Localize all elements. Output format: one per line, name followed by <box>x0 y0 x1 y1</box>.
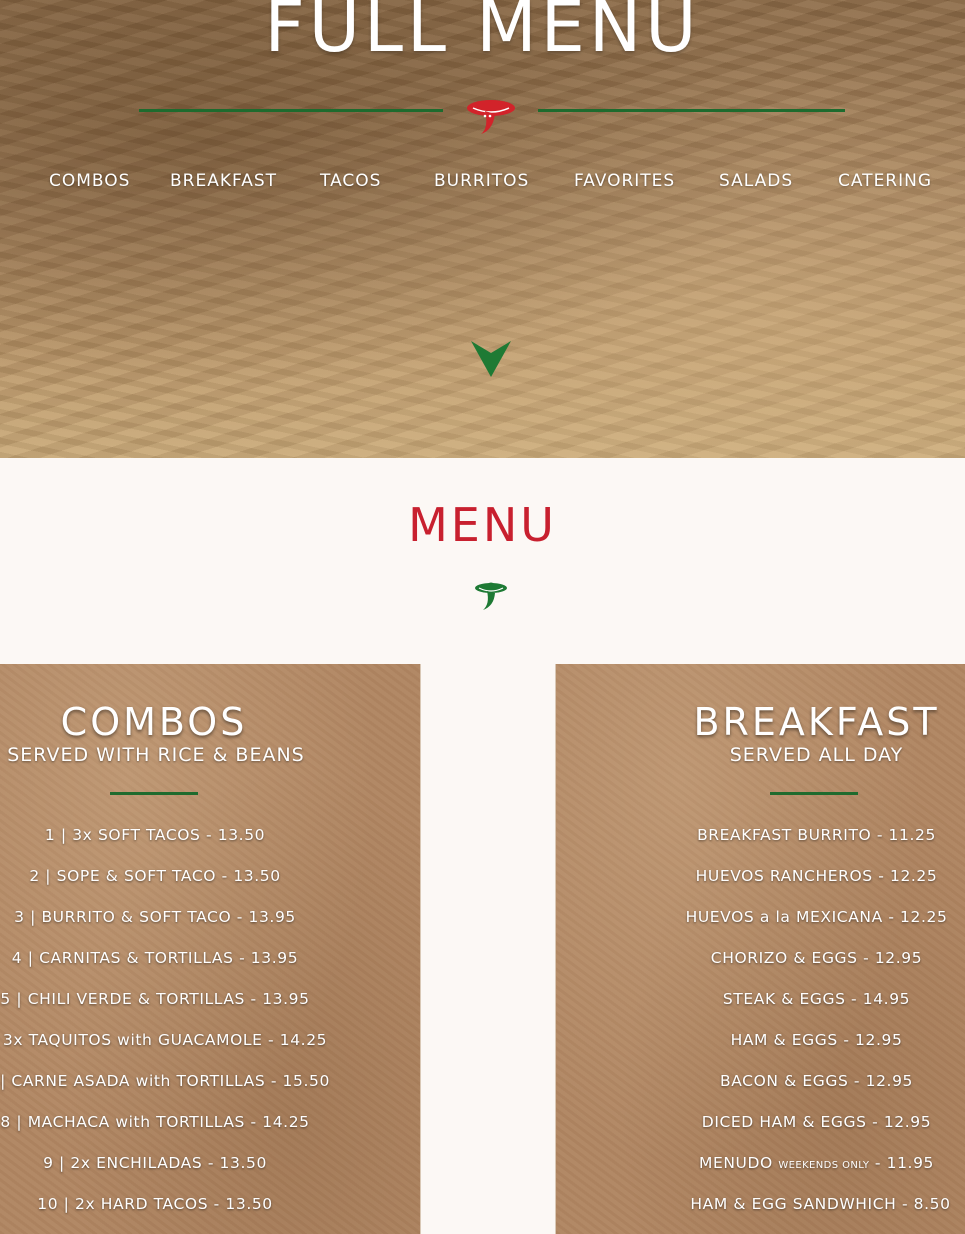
menudo-price: - 11.95 <box>874 1154 934 1172</box>
list-item: HAM & EGG SANDWHICH - 8.50 <box>690 1195 951 1213</box>
nav-item-favorites[interactable]: FAVORITES <box>574 171 675 191</box>
menudo-note: WEEKENDS ONLY <box>778 1160 870 1171</box>
combos-panel: COMBOS SERVED WITH RICE & BEANS 1 | 3x S… <box>0 664 420 1234</box>
nav-item-burritos[interactable]: BURRITOS <box>434 171 529 191</box>
page-title: FULL MENU <box>264 0 701 68</box>
list-item: 2 | SOPE & SOFT TACO - 13.50 <box>29 867 281 885</box>
list-item: 8 | MACHACA with TORTILLAS - 14.25 <box>0 1113 310 1131</box>
list-item-menudo: MENUDO WEEKENDS ONLY - 11.95 <box>612 1152 965 1193</box>
list-item: HUEVOS a la MEXICANA - 12.25 <box>685 908 948 926</box>
breakfast-title: BREAKFAST <box>693 700 940 744</box>
list-item: CHORIZO & EGGS - 12.95 <box>710 949 923 967</box>
menu-heading: MENU <box>408 498 557 552</box>
list-item: | CARNE ASADA with TORTILLAS - 15.50 <box>0 1072 330 1090</box>
nav-item-catering[interactable]: CATERING <box>838 171 932 191</box>
sombrero-pepper-icon <box>467 100 515 134</box>
nav-item-combos[interactable]: COMBOS <box>49 171 130 191</box>
list-item: 5 | CHILI VERDE & TORTILLAS - 13.95 <box>0 990 310 1008</box>
sombrero-pepper-icon <box>475 582 507 610</box>
breakfast-list: BREAKFAST BURRITO - 11.25 HUEVOS RANCHER… <box>612 824 965 1234</box>
list-item: 3 | BURRITO & SOFT TACO - 13.95 <box>14 908 296 926</box>
breakfast-divider <box>770 792 858 795</box>
combos-divider <box>110 792 198 795</box>
list-item: 1 | 3x SOFT TACOS - 13.50 <box>44 826 266 844</box>
breakfast-panel: BREAKFAST SERVED ALL DAY BREAKFAST BURRI… <box>556 664 965 1234</box>
list-item: STEAK & EGGS - 14.95 <box>722 990 911 1008</box>
list-item: DICED HAM & EGGS - 12.95 <box>701 1113 932 1131</box>
list-item: BREAKFAST BURRITO - 11.25 <box>697 826 936 844</box>
category-nav: COMBOS BREAKFAST TACOS BURRITOS FAVORITE… <box>0 171 965 195</box>
breakfast-subtitle: SERVED ALL DAY <box>729 744 904 766</box>
list-item: 3x TAQUITOS with GUACAMOLE - 14.25 <box>2 1031 328 1049</box>
chevron-down-icon[interactable] <box>469 339 513 379</box>
nav-item-breakfast[interactable]: BREAKFAST <box>170 171 277 191</box>
divider-left <box>139 109 443 112</box>
list-item: 4 | CARNITAS & TORTILLAS - 13.95 <box>11 949 299 967</box>
nav-item-tacos[interactable]: TACOS <box>320 171 381 191</box>
list-item: 9 | 2x ENCHILADAS - 13.50 <box>43 1154 267 1172</box>
divider-right <box>538 109 845 112</box>
combos-title: COMBOS <box>60 700 248 744</box>
list-item: 10 | 2x HARD TACOS - 13.50 <box>37 1195 273 1213</box>
list-item: HAM & EGGS - 12.95 <box>730 1031 903 1049</box>
nav-item-salads[interactable]: SALADS <box>719 171 793 191</box>
combos-subtitle: SERVED WITH RICE & BEANS <box>7 744 305 766</box>
list-item: BACON & EGGS - 12.95 <box>720 1072 913 1090</box>
hero-banner: FULL MENU COMBOS BREAKFAST TACOS BURRITO… <box>0 0 965 458</box>
combos-list: 1 | 3x SOFT TACOS - 13.50 2 | SOPE & SOF… <box>0 824 365 1234</box>
menudo-name: MENUDO <box>698 1154 773 1172</box>
list-item: HUEVOS RANCHEROS - 12.25 <box>695 867 938 885</box>
